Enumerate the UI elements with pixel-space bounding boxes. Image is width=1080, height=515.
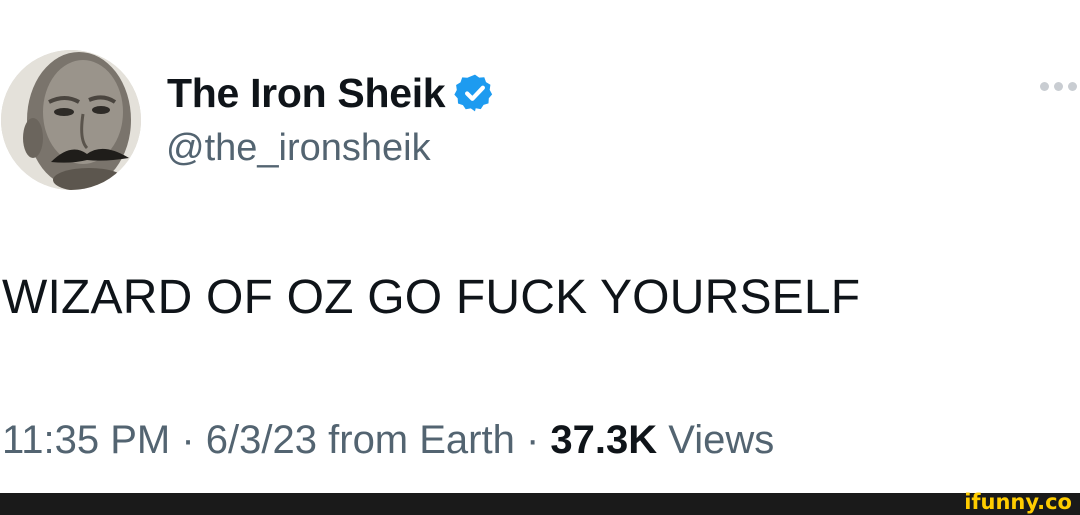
ifunny-watermark-logo: ifunny.co [964,490,1072,514]
views-count[interactable]: 37.3K [550,418,657,462]
display-name[interactable]: The Iron Sheik [167,70,446,117]
more-dot [1040,82,1049,91]
watermark-bar [0,493,1080,515]
verified-badge-icon [454,74,493,112]
tweet-meta: 11:35 PM · 6/3/23 from Earth · 37.3K Vie… [2,418,774,463]
tweet-text: WIZARD OF OZ GO FUCK YOURSELF [2,271,861,324]
avatar[interactable] [1,50,141,190]
author-handle[interactable]: @the_ironsheik [166,127,431,170]
avatar-photo [1,50,141,190]
tweet-date[interactable]: 6/3/23 [206,418,317,462]
meta-separator: · [170,418,206,462]
views-label: Views [657,418,775,462]
tweet-source: from Earth [317,418,515,462]
more-options-icon[interactable] [1040,82,1077,91]
tweet-time[interactable]: 11:35 PM [2,418,170,462]
more-dot [1054,82,1063,91]
more-dot [1068,82,1077,91]
author-name-row: The Iron Sheik [167,68,496,118]
meta-separator: · [514,418,551,462]
